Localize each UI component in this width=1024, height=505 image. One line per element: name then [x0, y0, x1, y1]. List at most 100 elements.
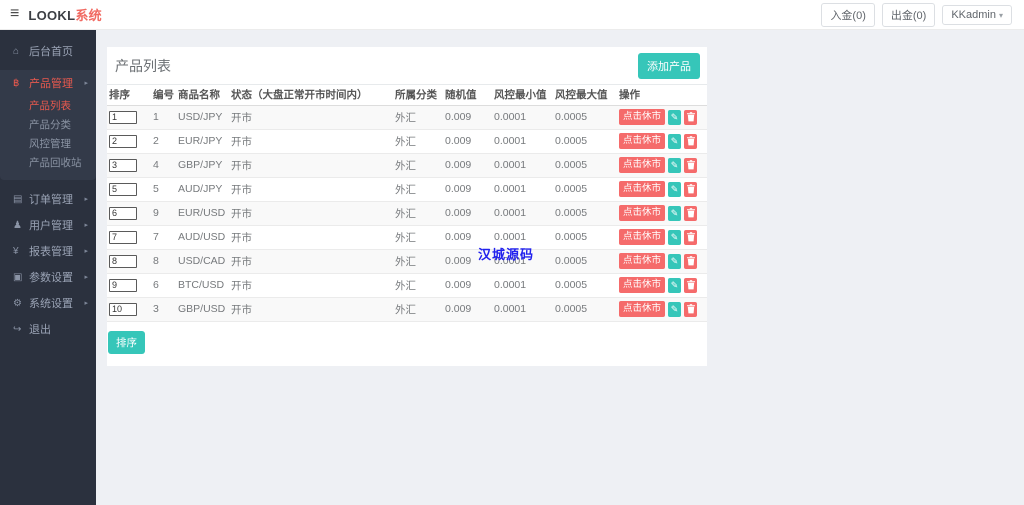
col-header-category: 所属分类 — [393, 85, 443, 106]
product-name-cell: EUR/USD — [176, 201, 229, 226]
chevron-right-icon: ▸ — [84, 196, 88, 203]
col-header-actions: 操作 — [617, 85, 707, 106]
edit-icon: ✎ — [670, 135, 679, 146]
user-menu-button[interactable]: KKadmin ▾ — [942, 4, 1012, 25]
edit-button[interactable]: ✎ — [668, 229, 682, 245]
product-list-panel: 产品列表 添加产品 排序 编号 商品名称 状态（大盘正常开市时间内） 所属分类 … — [107, 47, 707, 366]
edit-button[interactable]: ✎ — [668, 109, 682, 125]
suspend-market-button[interactable]: 点击休市 — [619, 181, 666, 197]
withdraw-button[interactable]: 出金(0) — [881, 2, 936, 27]
edit-button[interactable]: ✎ — [668, 301, 682, 317]
sort-input[interactable] — [109, 278, 137, 292]
delete-button[interactable] — [684, 253, 698, 269]
sidebar: ⌂ 后台首页 ฿ 产品管理 ▸ 产品列表 产品分类 风控管理 产品回收站 ▤ 订… — [0, 30, 96, 505]
sidebar-item-label: 退出 — [29, 324, 51, 336]
app-logo-accent: 系统 — [75, 8, 102, 23]
edit-icon: ✎ — [670, 159, 679, 170]
col-header-risk-max: 风控最大值 — [553, 85, 617, 106]
category-cell: 外汇 — [393, 273, 443, 298]
delete-button[interactable] — [684, 229, 698, 245]
product-name-cell: BTC/USD — [176, 273, 229, 298]
table-row: 4 GBP/JPY 开市 外汇 0.009 0.0001 0.0005 点击休市… — [107, 153, 707, 178]
category-cell: 外汇 — [393, 225, 443, 250]
category-cell: 外汇 — [393, 177, 443, 202]
suspend-market-button[interactable]: 点击休市 — [619, 301, 666, 317]
random-value-cell: 0.009 — [443, 153, 492, 178]
table-row: 5 AUD/JPY 开市 外汇 0.009 0.0001 0.0005 点击休市… — [107, 177, 707, 202]
table-row: 7 AUD/USD 开市 外汇 0.009 0.0001 0.0005 点击休市… — [107, 225, 707, 250]
menu-toggle-icon[interactable]: ≡ — [0, 5, 28, 25]
delete-button[interactable] — [684, 133, 698, 149]
app-logo: LOOKL系统 — [28, 8, 102, 23]
sort-input[interactable] — [109, 110, 137, 124]
add-product-button[interactable]: 添加产品 — [638, 52, 700, 79]
sidebar-item-params[interactable]: ▣ 参数设置 ▸ — [0, 264, 96, 290]
random-value-cell: 0.009 — [443, 297, 492, 322]
delete-icon — [686, 160, 695, 170]
random-value-cell: 0.009 — [443, 105, 492, 130]
suspend-market-button[interactable]: 点击休市 — [619, 205, 666, 221]
delete-button[interactable] — [684, 301, 698, 317]
risk-max-cell: 0.0005 — [553, 273, 617, 298]
suspend-market-button[interactable]: 点击休市 — [619, 253, 666, 269]
market-status-cell: 开市 — [229, 297, 393, 322]
sort-input[interactable] — [109, 158, 137, 172]
edit-button[interactable]: ✎ — [668, 205, 682, 221]
product-name-cell: EUR/JPY — [176, 129, 229, 154]
sidebar-item-product-list[interactable]: 产品列表 — [0, 96, 96, 115]
sidebar-item-users[interactable]: ♟ 用户管理 ▸ — [0, 212, 96, 238]
sort-input[interactable] — [109, 134, 137, 148]
suspend-market-button[interactable]: 点击休市 — [619, 133, 666, 149]
col-header-random: 随机值 — [443, 85, 492, 106]
sort-input[interactable] — [109, 302, 137, 316]
table-row: 8 USD/CAD 开市 外汇 0.009 0.0001 0.0005 点击休市… — [107, 249, 707, 274]
topbar-actions: 入金(0) 出金(0) KKadmin ▾ — [821, 2, 1024, 27]
delete-button[interactable] — [684, 157, 698, 173]
sort-input[interactable] — [109, 206, 137, 220]
sidebar-item-orders[interactable]: ▤ 订单管理 ▸ — [0, 186, 96, 212]
edit-button[interactable]: ✎ — [668, 277, 682, 293]
sort-input[interactable] — [109, 254, 137, 268]
table-row: 1 USD/JPY 开市 外汇 0.009 0.0001 0.0005 点击休市… — [107, 105, 707, 130]
suspend-market-button[interactable]: 点击休市 — [619, 157, 666, 173]
sidebar-item-system[interactable]: ⚙ 系统设置 ▸ — [0, 290, 96, 316]
params-icon: ▣ — [13, 271, 23, 283]
row-number-cell: 3 — [151, 297, 176, 322]
sort-submit-button[interactable]: 排序 — [108, 330, 145, 354]
edit-button[interactable]: ✎ — [668, 133, 682, 149]
market-status-cell: 开市 — [229, 225, 393, 250]
sort-input[interactable] — [109, 182, 137, 196]
col-header-risk-min: 风控最小值 — [492, 85, 553, 106]
delete-button[interactable] — [684, 181, 698, 197]
product-name-cell: AUD/JPY — [176, 177, 229, 202]
home-icon: ⌂ — [13, 45, 20, 57]
delete-button[interactable] — [684, 109, 698, 125]
sidebar-item-product-category[interactable]: 产品分类 — [0, 115, 96, 134]
sidebar-item-logout[interactable]: ↪ 退出 — [0, 316, 96, 342]
chevron-right-icon: ▸ — [84, 300, 88, 307]
suspend-market-button[interactable]: 点击休市 — [619, 277, 666, 293]
product-name-cell: GBP/USD — [176, 297, 229, 322]
edit-button[interactable]: ✎ — [668, 181, 682, 197]
sidebar-item-product-recycle[interactable]: 产品回收站 — [0, 153, 96, 172]
sidebar-item-home[interactable]: ⌂ 后台首页 — [0, 38, 96, 64]
delete-icon — [686, 304, 695, 314]
row-number-cell: 2 — [151, 129, 176, 154]
sidebar-item-risk-management[interactable]: 风控管理 — [0, 134, 96, 153]
delete-button[interactable] — [684, 277, 698, 293]
sidebar-item-products[interactable]: ฿ 产品管理 ▸ — [0, 70, 96, 96]
suspend-market-button[interactable]: 点击休市 — [619, 109, 666, 125]
delete-button[interactable] — [684, 205, 698, 221]
sort-input[interactable] — [109, 230, 137, 244]
sidebar-item-reports[interactable]: ¥ 报表管理 ▸ — [0, 238, 96, 264]
edit-button[interactable]: ✎ — [668, 253, 682, 269]
main-content: 产品列表 添加产品 排序 编号 商品名称 状态（大盘正常开市时间内） 所属分类 … — [96, 30, 1024, 505]
market-status-cell: 开市 — [229, 153, 393, 178]
page-title: 产品列表 — [115, 57, 171, 74]
deposit-button[interactable]: 入金(0) — [821, 2, 875, 27]
suspend-market-button[interactable]: 点击休市 — [619, 229, 666, 245]
market-status-cell: 开市 — [229, 201, 393, 226]
edit-button[interactable]: ✎ — [668, 157, 682, 173]
delete-icon — [686, 208, 695, 218]
col-header-number: 编号 — [151, 85, 176, 106]
